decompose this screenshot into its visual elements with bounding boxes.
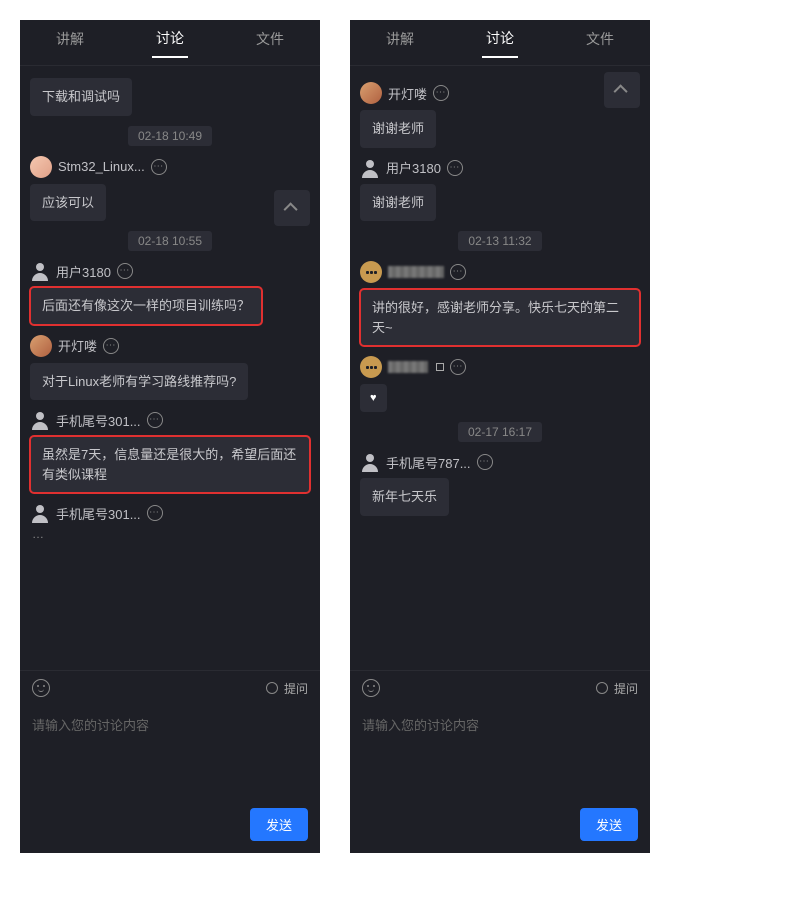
chat-panel-left: 讲解 讨论 文件 下载和调试吗 02-18 10:49 Stm32_Linux.… xyxy=(20,20,320,853)
send-button[interactable]: 发送 xyxy=(250,808,308,841)
more-icon[interactable] xyxy=(433,85,449,101)
emoji-icon[interactable] xyxy=(362,679,380,697)
user-header: 开灯喽 xyxy=(360,82,640,104)
message-bubble: 谢谢老师 xyxy=(360,184,436,222)
tab-lecture[interactable]: 讲解 xyxy=(382,29,418,57)
message-bubble: 谢谢老师 xyxy=(360,110,436,148)
username-redacted xyxy=(388,266,444,278)
timestamp: 02-17 16:17 xyxy=(458,422,542,442)
username: 用户3180 xyxy=(386,158,441,177)
more-icon[interactable] xyxy=(103,338,119,354)
avatar-default-icon xyxy=(360,452,380,472)
more-icon[interactable] xyxy=(447,160,463,176)
ask-question-toggle[interactable]: 提问 xyxy=(266,680,308,697)
chat-panel-right: 讲解 讨论 文件 开灯喽 谢谢老师 用户3180 谢谢老师 02-13 11:3… xyxy=(350,20,650,853)
more-icon[interactable] xyxy=(117,263,133,279)
username: 开灯喽 xyxy=(58,336,97,355)
user-header xyxy=(360,261,640,283)
username: 手机尾号787... xyxy=(386,453,471,472)
more-icon[interactable] xyxy=(151,159,167,175)
avatar-default-icon xyxy=(30,410,50,430)
more-icon[interactable] xyxy=(450,264,466,280)
user-header: Stm32_Linux... xyxy=(30,156,310,178)
tab-files[interactable]: 文件 xyxy=(582,29,618,57)
emoji-icon[interactable] xyxy=(32,679,50,697)
scroll-top-button[interactable] xyxy=(274,190,310,226)
user-header: 开灯喽 xyxy=(30,335,310,357)
ask-label: 提问 xyxy=(614,680,638,697)
input-area[interactable]: 请输入您的讨论内容 发送 xyxy=(20,705,320,853)
username-redacted xyxy=(388,361,428,373)
truncated-content: … xyxy=(30,527,310,547)
tab-lecture[interactable]: 讲解 xyxy=(52,29,88,57)
username: Stm32_Linux... xyxy=(58,159,145,174)
message-bubble: 对于Linux老师有学习路线推荐吗? xyxy=(30,363,248,401)
user-header: 手机尾号301... xyxy=(30,503,310,523)
timestamp: 02-18 10:55 xyxy=(128,231,212,251)
avatar-image xyxy=(360,82,382,104)
avatar-default-icon xyxy=(360,158,380,178)
send-button[interactable]: 发送 xyxy=(580,808,638,841)
tab-bar: 讲解 讨论 文件 xyxy=(20,20,320,66)
avatar-image xyxy=(30,335,52,357)
input-area[interactable]: 请输入您的讨论内容 发送 xyxy=(350,705,650,853)
timestamp: 02-13 11:32 xyxy=(458,231,541,251)
user-header xyxy=(360,356,640,378)
username: 手机尾号301... xyxy=(56,504,141,523)
tab-discuss[interactable]: 讨论 xyxy=(152,28,188,58)
more-icon[interactable] xyxy=(450,359,466,375)
message-bubble: 新年七天乐 xyxy=(360,478,449,516)
message-bubble-highlighted: 讲的很好，感谢老师分享。快乐七天的第二天~ xyxy=(360,289,640,346)
avatar-grid-icon xyxy=(360,261,382,283)
avatar-default-icon xyxy=(30,503,50,523)
chat-scroll-area[interactable]: 下载和调试吗 02-18 10:49 Stm32_Linux... 应该可以 0… xyxy=(20,66,320,670)
username: 手机尾号301... xyxy=(56,411,141,430)
avatar-grid-icon xyxy=(360,356,382,378)
tab-discuss[interactable]: 讨论 xyxy=(482,28,518,58)
user-header: 手机尾号787... xyxy=(360,452,640,472)
username: 开灯喽 xyxy=(388,84,427,103)
action-bar: 提问 xyxy=(20,670,320,705)
input-placeholder: 请输入您的讨论内容 xyxy=(362,715,638,734)
message-bubble: 应该可以 xyxy=(30,184,106,222)
avatar-default-icon xyxy=(30,261,50,281)
chat-scroll-area[interactable]: 开灯喽 谢谢老师 用户3180 谢谢老师 02-13 11:32 讲的很好，感谢… xyxy=(350,66,650,670)
message-bubble: 下载和调试吗 xyxy=(30,78,132,116)
more-icon[interactable] xyxy=(147,412,163,428)
more-icon[interactable] xyxy=(147,505,163,521)
avatar-image xyxy=(30,156,52,178)
circle-icon xyxy=(266,682,278,694)
user-header: 用户3180 xyxy=(30,261,310,281)
action-bar: 提问 xyxy=(350,670,650,705)
heart-reaction: ♥ xyxy=(360,384,387,412)
tab-bar: 讲解 讨论 文件 xyxy=(350,20,650,66)
user-header: 用户3180 xyxy=(360,158,640,178)
timestamp: 02-18 10:49 xyxy=(128,126,212,146)
message-bubble-highlighted: 虽然是7天，信息量还是很大的，希望后面还有类似课程 xyxy=(30,436,310,493)
scroll-top-button[interactable] xyxy=(604,72,640,108)
square-icon xyxy=(436,363,444,371)
message-bubble-highlighted: 后面还有像这次一样的项目训练吗？ xyxy=(30,287,262,325)
tab-files[interactable]: 文件 xyxy=(252,29,288,57)
user-header: 手机尾号301... xyxy=(30,410,310,430)
more-icon[interactable] xyxy=(477,454,493,470)
ask-question-toggle[interactable]: 提问 xyxy=(596,680,638,697)
input-placeholder: 请输入您的讨论内容 xyxy=(32,715,308,734)
circle-icon xyxy=(596,682,608,694)
ask-label: 提问 xyxy=(284,680,308,697)
username: 用户3180 xyxy=(56,262,111,281)
